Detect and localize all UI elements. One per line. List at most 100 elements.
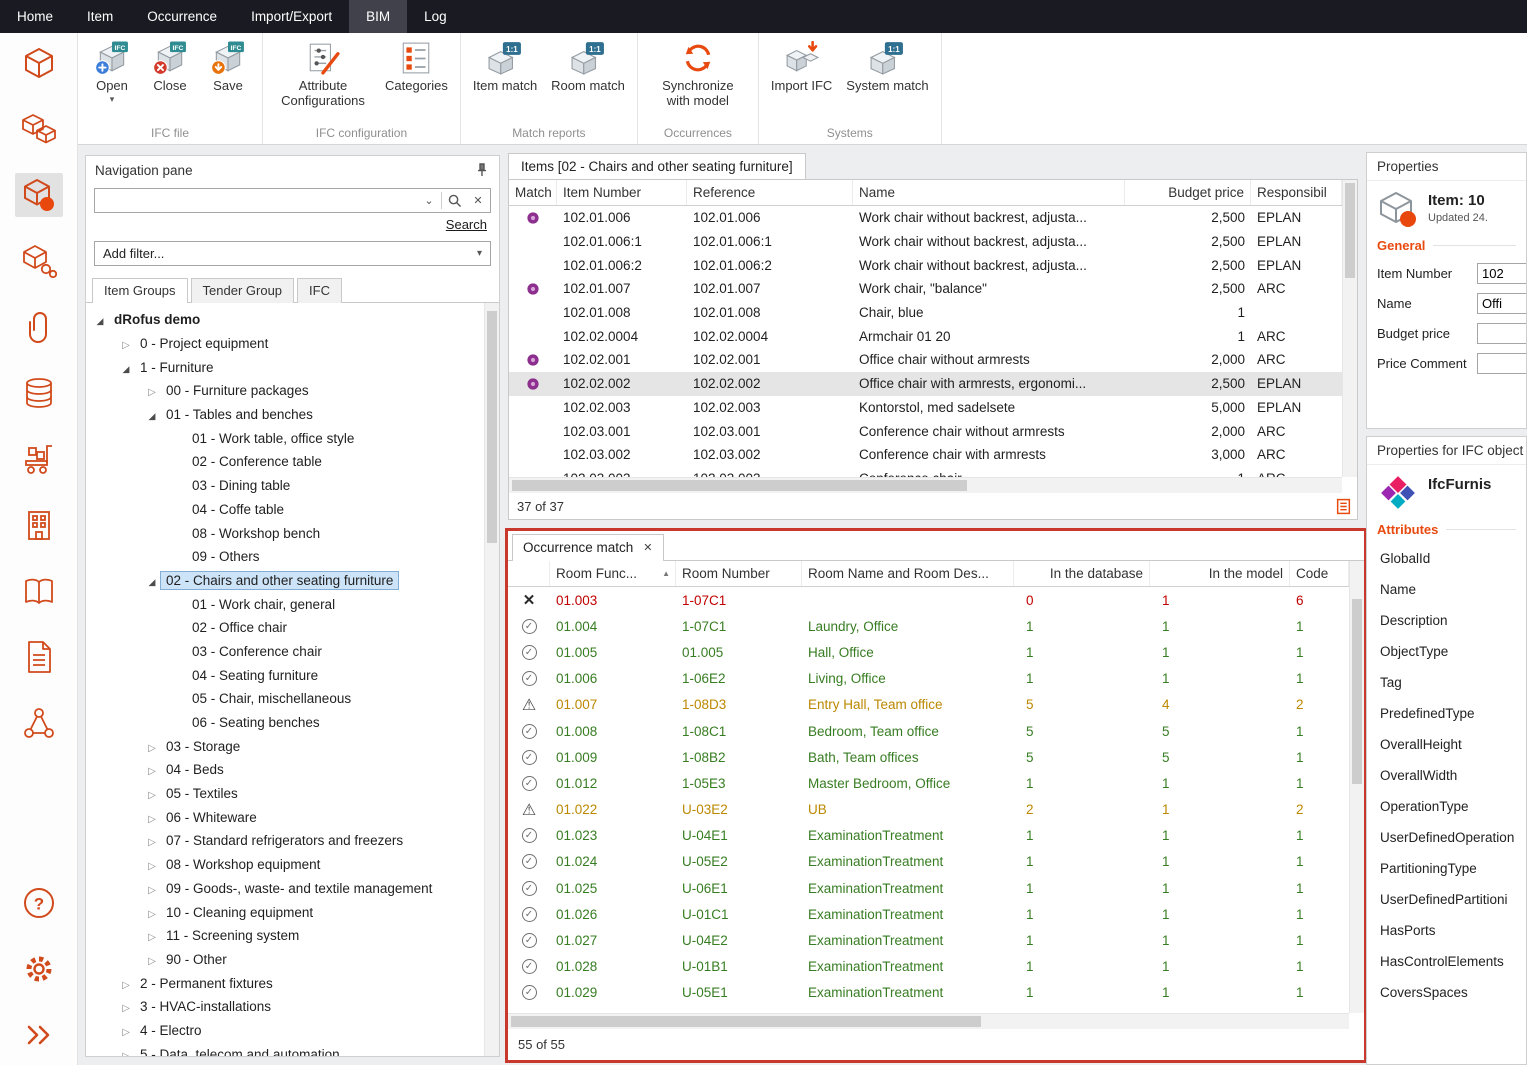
occurrence-vertical-scrollbar[interactable]	[1349, 561, 1364, 1013]
occurrence-row[interactable]: 01.007 1-08D3 Entry Hall, Team office 5 …	[508, 692, 1349, 718]
tree-expander-icon[interactable]	[144, 383, 160, 398]
linked-items-icon[interactable]	[15, 239, 63, 283]
tree-item[interactable]: 02 - Conference table	[86, 450, 499, 474]
occurrence-row[interactable]: 01.012 1-05E3 Master Bedroom, Office 1 1…	[508, 770, 1349, 796]
tree-expander-icon[interactable]	[118, 976, 134, 991]
ribbon-button[interactable]: System match ▾	[840, 36, 934, 105]
column-header[interactable]: Name	[853, 180, 1125, 205]
item-row[interactable]: 102.01.007 102.01.007 Work chair, "balan…	[509, 277, 1342, 301]
occurrence-row[interactable]: 01.003 1-07C1 0 1 6	[508, 587, 1349, 613]
tree-expander-icon[interactable]	[92, 312, 108, 327]
item-row[interactable]: 102.02.003 102.02.003 Kontorstol, med sa…	[509, 396, 1342, 420]
items-tab[interactable]: Items [02 - Chairs and other seating fur…	[508, 153, 806, 179]
tree-item[interactable]: 10 - Cleaning equipment	[86, 900, 499, 924]
menu-tab[interactable]: Item	[70, 0, 130, 33]
tree-expander-icon[interactable]	[144, 905, 160, 920]
item-row[interactable]: 102.01.008 102.01.008 Chair, blue 1	[509, 301, 1342, 325]
menu-tab[interactable]: Home	[0, 0, 70, 33]
tree-item[interactable]: 04 - Seating furniture	[86, 663, 499, 687]
item-row[interactable]: 102.03.001 102.03.001 Conference chair w…	[509, 419, 1342, 443]
items-horizontal-scrollbar[interactable]	[509, 477, 1342, 493]
close-tab-icon[interactable]: ✕	[643, 541, 652, 554]
search-link[interactable]: Search	[446, 217, 487, 232]
tree-expander-icon[interactable]	[118, 1047, 134, 1056]
occurrence-row[interactable]: 01.029 U-05E1 ExaminationTreatment 1 1 1	[508, 980, 1349, 1006]
column-header[interactable]: ▲	[508, 561, 550, 586]
ribbon-button[interactable]: Attribute Configurations ▾	[269, 36, 377, 120]
tree-item[interactable]: 05 - Chair, mischellaneous	[86, 687, 499, 711]
occurrence-row[interactable]: 01.022 U-03E2 UB 2 1 2	[508, 797, 1349, 823]
item-row[interactable]: 102.02.002 102.02.002 Office chair with …	[509, 372, 1342, 396]
tree-item[interactable]: 4 - Electro	[86, 1019, 499, 1043]
logistics-icon[interactable]	[15, 437, 63, 481]
column-header[interactable]: Item Number	[557, 180, 687, 205]
occurrence-row[interactable]: 01.006 1-06E2 Living, Office 1 1 1	[508, 666, 1349, 692]
column-header[interactable]: Match	[509, 180, 557, 205]
relations-icon[interactable]	[15, 701, 63, 745]
item-row[interactable]: 102.01.006 102.01.006 Work chair without…	[509, 206, 1342, 230]
tree-item[interactable]: 01 - Work table, office style	[86, 426, 499, 450]
tree-item[interactable]: 05 - Textiles	[86, 782, 499, 806]
tree-expander-icon[interactable]	[144, 739, 160, 754]
item-row[interactable]: 102.01.006:2 102.01.006:2 Work chair wit…	[509, 253, 1342, 277]
items-icon[interactable]	[15, 173, 63, 217]
chevron-down-icon[interactable]: ⌄	[417, 189, 441, 212]
tree-expander-icon[interactable]	[118, 360, 134, 375]
ribbon-button[interactable]: Item match ▾	[467, 36, 543, 105]
ribbon-button[interactable]: Synchronize with model ▾	[644, 36, 752, 120]
catalog-icon[interactable]	[15, 569, 63, 613]
occurrence-horizontal-scrollbar[interactable]	[508, 1013, 1349, 1029]
tree-item[interactable]: 00 - Furniture packages	[86, 379, 499, 403]
tree-expander-icon[interactable]	[144, 786, 160, 801]
tree-item[interactable]: 03 - Dining table	[86, 474, 499, 498]
column-header[interactable]: Budget price	[1125, 180, 1251, 205]
tree-expander-icon[interactable]	[144, 833, 160, 848]
pin-icon[interactable]	[474, 162, 490, 178]
occurrence-row[interactable]: 01.023 U-04E1 ExaminationTreatment 1 1 1	[508, 823, 1349, 849]
column-header[interactable]: In the model ▲	[1150, 561, 1290, 586]
tree-item[interactable]: 5 - Data, telecom and automation	[86, 1042, 499, 1056]
ribbon-button[interactable]: Save ▾	[200, 36, 256, 105]
tree-expander-icon[interactable]	[144, 928, 160, 943]
expand-icon[interactable]	[15, 1013, 63, 1057]
nav-tab[interactable]: IFC	[297, 278, 342, 303]
menu-tab[interactable]: Import/Export	[234, 0, 349, 33]
occurrence-row[interactable]: 01.005 01.005 Hall, Office 1 1 1	[508, 639, 1349, 665]
tree-expander-icon[interactable]	[144, 857, 160, 872]
clear-search-icon[interactable]: ✕	[466, 189, 490, 212]
item-row[interactable]: 102.02.001 102.02.001 Office chair witho…	[509, 348, 1342, 372]
column-header[interactable]: Room Number ▲	[676, 561, 802, 586]
tree-item[interactable]: 11 - Screening system	[86, 924, 499, 948]
column-header[interactable]: Room Func... ▲	[550, 561, 676, 586]
search-input[interactable]	[95, 189, 417, 212]
column-header[interactable]: Reference	[687, 180, 853, 205]
column-header[interactable]: Room Name and Room Des... ▲	[802, 561, 1014, 586]
occurrence-row[interactable]: 01.008 1-08C1 Bedroom, Team office 5 5 1	[508, 718, 1349, 744]
property-input[interactable]	[1477, 353, 1527, 374]
tree-expander-icon[interactable]	[118, 1023, 134, 1038]
tree-expander-icon[interactable]	[144, 952, 160, 967]
attachments-icon[interactable]	[15, 305, 63, 349]
search-icon[interactable]	[442, 189, 466, 212]
help-icon[interactable]	[15, 881, 63, 925]
ribbon-button[interactable]: Close ▾	[142, 36, 198, 105]
tree-scrollbar[interactable]	[484, 303, 499, 1056]
tree-item[interactable]: 08 - Workshop bench	[86, 521, 499, 545]
property-input[interactable]	[1477, 293, 1527, 314]
occurrence-row[interactable]: 01.028 U-01B1 ExaminationTreatment 1 1 1	[508, 954, 1349, 980]
occurrence-row[interactable]: 01.025 U-06E1 ExaminationTreatment 1 1 1	[508, 875, 1349, 901]
tree-expander-icon[interactable]	[118, 336, 134, 351]
tree-expander-icon[interactable]	[118, 999, 134, 1014]
occurrence-row[interactable]: 01.009 1-08B2 Bath, Team offices 5 5 1	[508, 744, 1349, 770]
building-icon[interactable]	[15, 503, 63, 547]
tree-item[interactable]: 03 - Storage	[86, 734, 499, 758]
tree-item[interactable]: 04 - Coffe table	[86, 498, 499, 522]
ribbon-button[interactable]: Room match ▾	[545, 36, 631, 105]
tree-item[interactable]: 1 - Furniture	[86, 355, 499, 379]
tree-expander-icon[interactable]	[144, 881, 160, 896]
tree-item[interactable]: 09 - Others	[86, 545, 499, 569]
property-input[interactable]	[1477, 323, 1527, 344]
tree-item[interactable]: 01 - Tables and benches	[86, 403, 499, 427]
menu-tab[interactable]: BIM	[349, 0, 407, 33]
tree-item[interactable]: 08 - Workshop equipment	[86, 853, 499, 877]
